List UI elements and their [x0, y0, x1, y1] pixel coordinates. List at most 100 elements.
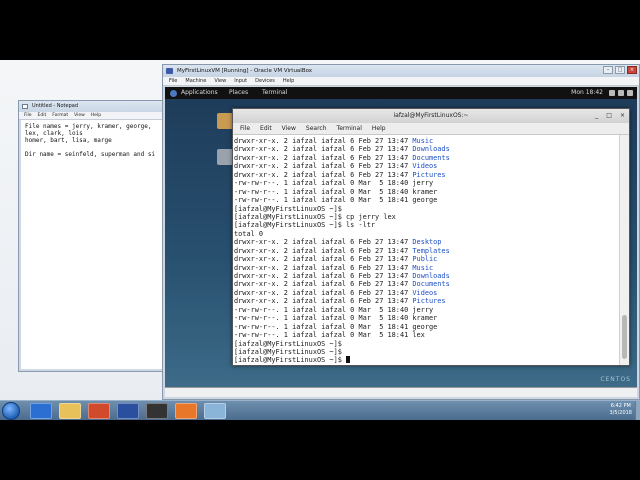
terminal-menu-view[interactable]: View [282, 123, 296, 134]
show-desktop-button[interactable] [635, 401, 640, 420]
terminal-line: drwxr-xr-x. 2 iafzal iafzal 6 Feb 27 13:… [234, 289, 617, 297]
windows-taskbar: 6:42 PM 3/5/2018 [0, 400, 640, 420]
terminal-line: [iafzal@MyFirstLinuxOS ~]$ ls -ltr [234, 221, 617, 229]
system-clock[interactable]: 6:42 PM 3/5/2018 [610, 403, 632, 417]
vbox-menu-help[interactable]: Help [283, 77, 294, 85]
vbox-menu-machine[interactable]: Machine [185, 77, 206, 85]
terminal-line: [iafzal@MyFirstLinuxOS ~]$ [234, 348, 617, 356]
terminal-dir-name: Videos [412, 162, 438, 171]
terminal-line-text: drwxr-xr-x. 2 iafzal iafzal 6 Feb 27 13:… [234, 272, 413, 280]
notepad-title: Untitled - Notepad [32, 103, 79, 109]
terminal-menu-help[interactable]: Help [372, 123, 386, 134]
terminal-line-text: -rw-rw-r--. 1 iafzal iafzal 0 Mar 5 18:4… [234, 314, 438, 323]
terminal-line-text: -rw-rw-r--. 1 iafzal iafzal 0 Mar 5 18:4… [234, 331, 425, 340]
places-menu[interactable]: Places [229, 87, 248, 99]
terminal-window[interactable]: iafzal@MyFirstLinuxOS:~ _ □ × File Edit … [232, 108, 630, 366]
terminal-line-text: -rw-rw-r--. 1 iafzal iafzal 0 Mar 5 18:4… [234, 187, 438, 196]
terminal-dir-name: Public [412, 255, 438, 264]
terminal-maximize-icon[interactable]: □ [606, 109, 612, 123]
maximize-icon[interactable]: □ [615, 66, 625, 74]
terminal-line: -rw-rw-r--. 1 iafzal iafzal 0 Mar 5 18:4… [234, 306, 617, 314]
virtualbox-window-controls: – □ × [603, 66, 637, 74]
minimize-icon[interactable]: – [603, 66, 613, 74]
terminal-line-text: drwxr-xr-x. 2 iafzal iafzal 6 Feb 27 13:… [234, 288, 413, 297]
terminal-line-text: -rw-rw-r--. 1 iafzal iafzal 0 Mar 5 18:4… [234, 179, 434, 188]
terminal-line: total 0 [234, 230, 617, 238]
terminal-line-text: drwxr-xr-x. 2 iafzal iafzal 6 Feb 27 13:… [234, 162, 413, 171]
terminal-dir-name: Downloads [412, 272, 450, 280]
terminal-line: [iafzal@MyFirstLinuxOS ~]$ cp jerry lex [234, 213, 617, 221]
vbox-menu-input[interactable]: Input [234, 77, 247, 85]
terminal-menu-terminal[interactable]: Terminal [337, 123, 362, 134]
outlook-icon[interactable] [30, 403, 52, 419]
terminal-line: drwxr-xr-x. 2 iafzal iafzal 6 Feb 27 13:… [234, 272, 617, 280]
volume-icon [618, 90, 624, 96]
vbox-menu-view[interactable]: View [214, 77, 226, 85]
virtualbox-titlebar[interactable]: MyFirstLinuxVM [Running] - Oracle VM Vir… [163, 65, 639, 77]
terminal-line-text: drwxr-xr-x. 2 iafzal iafzal 6 Feb 27 13:… [234, 297, 413, 306]
powerpoint-icon[interactable] [88, 403, 110, 419]
terminal-menu-file[interactable]: File [240, 123, 250, 134]
terminal-output[interactable]: drwxr-xr-x. 2 iafzal iafzal 6 Feb 27 13:… [233, 135, 619, 365]
terminal-line: drwxr-xr-x. 2 iafzal iafzal 6 Feb 27 13:… [234, 238, 617, 246]
terminal-line: drwxr-xr-x. 2 iafzal iafzal 6 Feb 27 13:… [234, 264, 617, 272]
terminal-titlebar[interactable]: iafzal@MyFirstLinuxOS:~ _ □ × [233, 109, 629, 123]
terminal-menu-search[interactable]: Search [306, 123, 327, 134]
notepad-menubar: File Edit Format View Help [19, 112, 167, 120]
close-icon[interactable]: × [627, 66, 637, 74]
terminal-line: drwxr-xr-x. 2 iafzal iafzal 6 Feb 27 13:… [234, 280, 617, 288]
terminal-scrollbar[interactable] [619, 135, 629, 365]
vbox-menu-file[interactable]: File [169, 77, 177, 85]
terminal-scrollbar-thumb[interactable] [622, 315, 627, 359]
applications-label: Applications [181, 89, 218, 96]
terminal-line-text: drwxr-xr-x. 2 iafzal iafzal 6 Feb 27 13:… [234, 263, 413, 272]
terminal-line: [iafzal@MyFirstLinuxOS ~]$ [234, 356, 617, 364]
obs-icon[interactable] [146, 403, 168, 419]
terminal-cursor [346, 356, 351, 364]
applications-menu[interactable]: Applications [170, 87, 218, 99]
terminal-menu-edit[interactable]: Edit [260, 123, 272, 134]
notepad-menu-help[interactable]: Help [91, 112, 101, 119]
terminal-close-icon[interactable]: × [620, 109, 625, 123]
start-button-icon[interactable] [2, 402, 20, 420]
vbox-menu-devices[interactable]: Devices [255, 77, 275, 85]
notepad-icon[interactable] [204, 403, 226, 419]
terminal-dir-name: Documents [412, 153, 450, 162]
gnome-foot-icon [170, 89, 177, 97]
letterbox-top [0, 0, 640, 60]
terminal-line-text: -rw-rw-r--. 1 iafzal iafzal 0 Mar 5 18:4… [234, 305, 434, 314]
terminal-window-controls: _ □ × [595, 109, 625, 123]
centos-brand: CENTOS [600, 376, 631, 383]
firefox-icon[interactable] [175, 403, 197, 419]
notepad-menu-file[interactable]: File [24, 112, 32, 119]
terminal-dir-name: Documents [412, 280, 450, 289]
terminal-line: drwxr-xr-x. 2 iafzal iafzal 6 Feb 27 13:… [234, 137, 617, 145]
terminal-line-text: total 0 [234, 229, 264, 238]
terminal-line-text: drwxr-xr-x. 2 iafzal iafzal 6 Feb 27 13:… [234, 280, 413, 289]
terminal-line-text: [iafzal@MyFirstLinuxOS ~]$ [234, 347, 342, 356]
terminal-line-text: [iafzal@MyFirstLinuxOS ~]$ cp jerry lex [234, 212, 396, 221]
virtualbox-icon[interactable] [117, 403, 139, 419]
notepad-text-area[interactable]: File names = jerry, kramer, george, lex,… [21, 120, 165, 369]
system-clock-time: 6:42 PM [610, 403, 631, 409]
notepad-titlebar[interactable]: Untitled - Notepad [19, 101, 167, 112]
terminal-line-text: drwxr-xr-x. 2 iafzal iafzal 6 Feb 27 13:… [234, 238, 413, 247]
notepad-menu-format[interactable]: Format [52, 112, 68, 119]
terminal-minimize-icon[interactable]: _ [595, 109, 598, 123]
letterbox-bottom [0, 420, 640, 480]
terminal-dir-name: Desktop [412, 238, 442, 247]
notepad-window[interactable]: Untitled - Notepad File Edit Format View… [18, 100, 168, 372]
notepad-menu-view[interactable]: View [74, 112, 85, 119]
guest-system-tray[interactable] [609, 90, 633, 96]
terminal-line-text: drwxr-xr-x. 2 iafzal iafzal 6 Feb 27 13:… [234, 137, 413, 145]
terminal-line-text: [iafzal@MyFirstLinuxOS ~]$ [234, 339, 342, 348]
terminal-line: -rw-rw-r--. 1 iafzal iafzal 0 Mar 5 18:4… [234, 331, 617, 339]
guest-clock[interactable]: Mon 18:42 [571, 87, 603, 99]
terminal-line: -rw-rw-r--. 1 iafzal iafzal 0 Mar 5 18:4… [234, 196, 617, 204]
terminal-dir-name: Pictures [412, 297, 446, 306]
gnome-top-bar: Applications Places Terminal Mon 18:42 [165, 87, 637, 99]
notepad-menu-edit[interactable]: Edit [38, 112, 47, 119]
terminal-line: [iafzal@MyFirstLinuxOS ~]$ [234, 340, 617, 348]
terminal-app-menu[interactable]: Terminal [262, 87, 287, 99]
file-explorer-icon[interactable] [59, 403, 81, 419]
